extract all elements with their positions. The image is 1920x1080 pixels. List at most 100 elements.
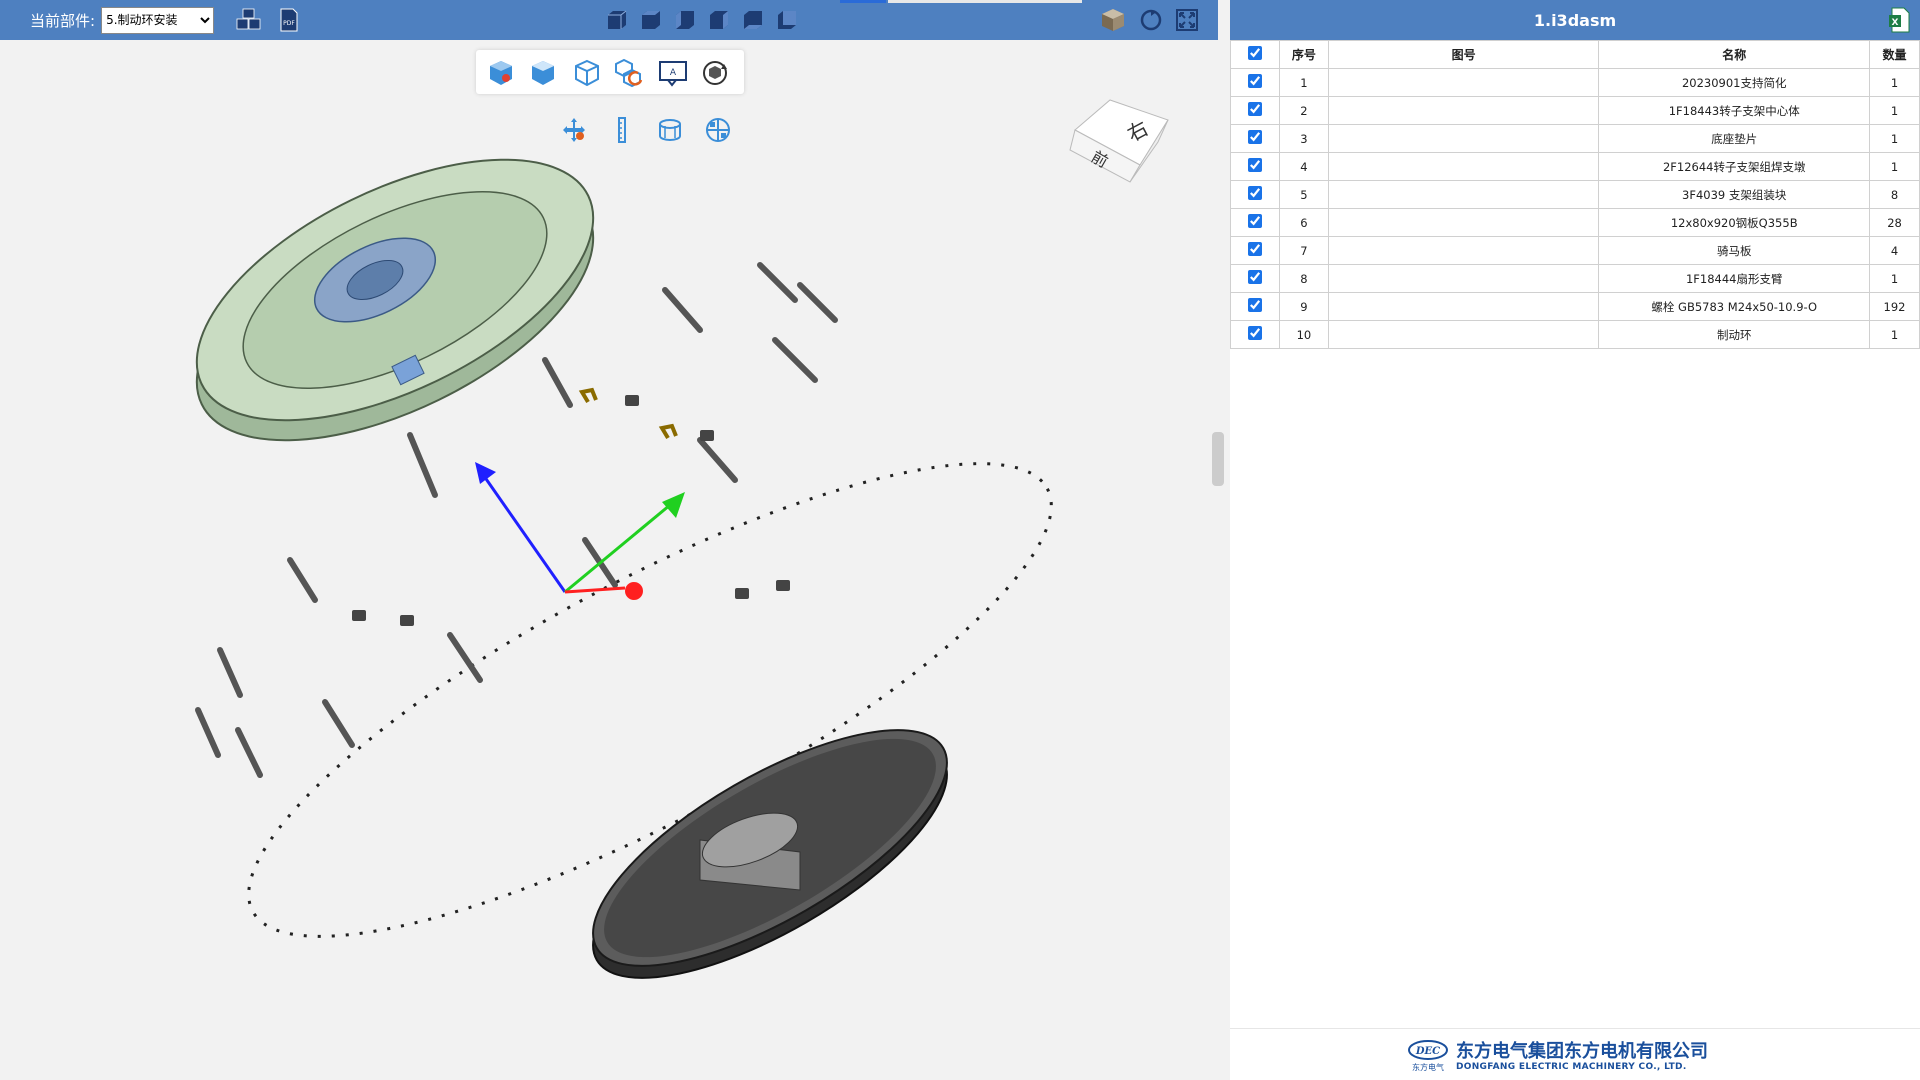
row-drawing-no: [1327, 292, 1600, 321]
row-qty: 1: [1869, 264, 1920, 293]
row-name: 12x80x920钢板Q355B: [1598, 208, 1871, 237]
row-checkbox[interactable]: [1247, 186, 1262, 200]
row-qty: 192: [1869, 292, 1920, 321]
table-row[interactable]: 7 骑马板 4: [1230, 236, 1920, 265]
row-name: 底座垫片: [1598, 124, 1871, 153]
view-left-icon[interactable]: [672, 7, 698, 33]
svg-text:DEC: DEC: [1415, 1046, 1440, 1057]
view-right-icon[interactable]: [706, 7, 732, 33]
excel-export-icon[interactable]: X: [1888, 7, 1910, 33]
view-front-icon[interactable]: [604, 7, 630, 33]
svg-text:东方电气: 东方电气: [1412, 1062, 1444, 1072]
row-drawing-no: [1327, 320, 1600, 349]
view-bottom-icon[interactable]: [740, 7, 766, 33]
rotor-spider-model[interactable]: [158, 106, 632, 494]
row-checkbox[interactable]: [1247, 158, 1262, 172]
row-no: 1: [1278, 68, 1329, 97]
column-header-drawing-no[interactable]: 图号: [1327, 40, 1600, 69]
scene-canvas: 右 前: [158, 99, 1169, 1023]
row-no: 10: [1278, 320, 1329, 349]
row-qty: 28: [1869, 208, 1920, 237]
select-all-checkbox[interactable]: [1247, 46, 1262, 60]
svg-text:X: X: [1892, 18, 1899, 28]
tab-indicator-active: [840, 0, 886, 3]
view-top-icon[interactable]: [638, 7, 664, 33]
table-row[interactable]: 3 底座垫片 1: [1230, 124, 1920, 153]
tab-indicator: [888, 0, 1082, 3]
row-checkbox[interactable]: [1247, 298, 1262, 312]
axis-gizmo[interactable]: [475, 462, 685, 600]
parts-list-panel: 1.i3dasm X 序号 图号 名称 数量 1 20230901支持简化 1 21…: [1230, 0, 1920, 1080]
row-drawing-no: [1327, 236, 1600, 265]
row-drawing-no: [1327, 96, 1600, 125]
row-checkbox[interactable]: [1247, 242, 1262, 256]
row-no: 8: [1278, 264, 1329, 293]
row-qty: 1: [1869, 124, 1920, 153]
table-row[interactable]: 9 螺栓 GB5783 M24x50-10.9-O 192: [1230, 292, 1920, 321]
current-part-label: 当前部件:: [30, 11, 96, 30]
row-name: 骑马板: [1598, 236, 1871, 265]
row-checkbox[interactable]: [1247, 214, 1262, 228]
row-qty: 1: [1869, 152, 1920, 181]
table-row[interactable]: 10 制动环 1: [1230, 320, 1920, 349]
row-name: 20230901支持简化: [1598, 68, 1871, 97]
row-checkbox[interactable]: [1247, 270, 1262, 284]
table-row[interactable]: 5 3F4039 支架组装块 8: [1230, 180, 1920, 209]
row-drawing-no: [1327, 208, 1600, 237]
shaded-view-icon[interactable]: [1100, 7, 1126, 33]
select-all-cell: [1230, 40, 1280, 69]
column-header-qty[interactable]: 数量: [1869, 40, 1920, 69]
fit-screen-icon[interactable]: [1174, 7, 1200, 33]
table-row[interactable]: 2 1F18443转子支架中心体 1: [1230, 96, 1920, 125]
panel-splitter[interactable]: [1212, 432, 1224, 486]
row-drawing-no: [1327, 152, 1600, 181]
column-header-no[interactable]: 序号: [1278, 40, 1329, 69]
row-no: 2: [1278, 96, 1329, 125]
panel-header: 1.i3dasm X: [1230, 0, 1920, 40]
row-name: 1F18443转子支架中心体: [1598, 96, 1871, 125]
row-qty: 8: [1869, 180, 1920, 209]
table-row[interactable]: 6 12x80x920钢板Q355B 28: [1230, 208, 1920, 237]
row-qty: 1: [1869, 320, 1920, 349]
table-row[interactable]: 8 1F18444扇形支臂 1: [1230, 264, 1920, 293]
row-name: 2F12644转子支架组焊支墩: [1598, 152, 1871, 181]
company-footer: DEC 东方电气 东方电气集团东方电机有限公司 DONGFANG ELECTRI…: [1230, 1028, 1920, 1080]
row-no: 7: [1278, 236, 1329, 265]
row-checkbox[interactable]: [1247, 102, 1262, 116]
row-no: 4: [1278, 152, 1329, 181]
row-qty: 1: [1869, 68, 1920, 97]
row-name: 螺栓 GB5783 M24x50-10.9-O: [1598, 292, 1871, 321]
row-name: 制动环: [1598, 320, 1871, 349]
row-checkbox[interactable]: [1247, 326, 1262, 340]
table-row[interactable]: 4 2F12644转子支架组焊支墩 1: [1230, 152, 1920, 181]
row-no: 9: [1278, 292, 1329, 321]
column-header-name[interactable]: 名称: [1598, 40, 1871, 69]
company-name-cn: 东方电气集团东方电机有限公司: [1456, 1041, 1708, 1062]
row-no: 3: [1278, 124, 1329, 153]
rotate-view-icon[interactable]: [1138, 7, 1164, 33]
row-no: 5: [1278, 180, 1329, 209]
view-cube[interactable]: 右 前: [1069, 99, 1169, 183]
brake-ring-model[interactable]: [561, 686, 979, 1023]
row-drawing-no: [1327, 180, 1600, 209]
row-drawing-no: [1327, 264, 1600, 293]
row-checkbox[interactable]: [1247, 130, 1262, 144]
row-name: 3F4039 支架组装块: [1598, 180, 1871, 209]
row-no: 6: [1278, 208, 1329, 237]
table-header-row: 序号 图号 名称 数量: [1230, 40, 1920, 69]
row-drawing-no: [1327, 124, 1600, 153]
table-row[interactable]: 1 20230901支持简化 1: [1230, 68, 1920, 97]
assembly-icon[interactable]: [236, 7, 262, 33]
panel-title: 1.i3dasm: [1533, 10, 1617, 30]
current-part-select[interactable]: 5.制动环安装: [101, 6, 215, 34]
company-name-en: DONGFANG ELECTRIC MACHINERY CO., LTD.: [1456, 1062, 1687, 1072]
row-checkbox[interactable]: [1247, 74, 1262, 88]
view-back-icon[interactable]: [774, 7, 800, 33]
svg-text:PDF: PDF: [283, 20, 295, 27]
row-qty: 1: [1869, 96, 1920, 125]
row-qty: 4: [1869, 236, 1920, 265]
parts-table: 序号 图号 名称 数量 1 20230901支持简化 1 2 1F18443转子支架中…: [1230, 40, 1920, 349]
pdf-export-icon[interactable]: PDF: [276, 7, 302, 33]
row-name: 1F18444扇形支臂: [1598, 264, 1871, 293]
3d-viewport[interactable]: A 右 前: [0, 40, 1218, 1080]
